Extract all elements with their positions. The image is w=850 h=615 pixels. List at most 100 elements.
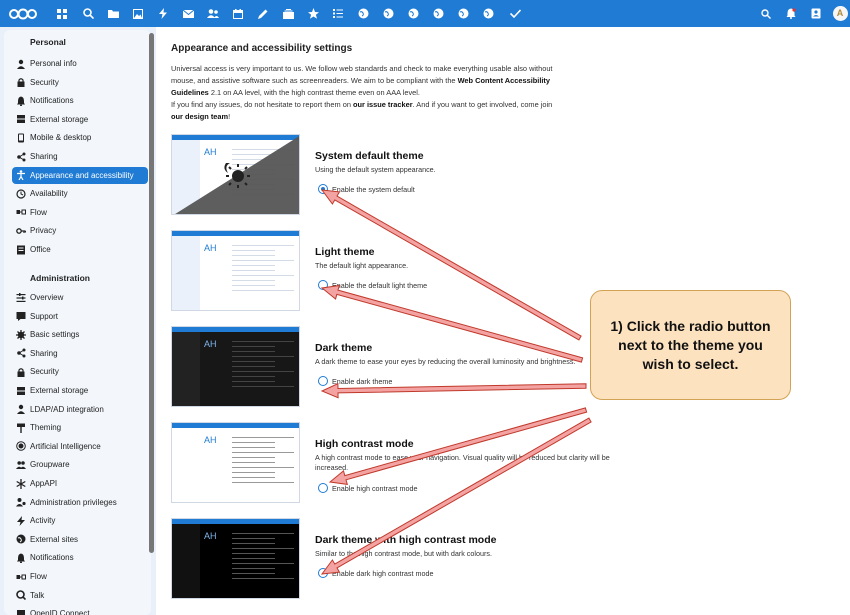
admin-icon bbox=[12, 494, 30, 511]
sidebar-item-label: Artificial Intelligence bbox=[30, 441, 101, 451]
radio-button[interactable] bbox=[318, 184, 328, 194]
sidebar-scrollbar[interactable] bbox=[149, 33, 154, 553]
sidebar-item-label: Sharing bbox=[30, 348, 58, 358]
sidebar-item-label: Availability bbox=[30, 189, 68, 199]
sidebar-item-personal-availability[interactable]: Availability bbox=[12, 185, 148, 202]
radio-label: Enable high contrast mode bbox=[332, 483, 418, 493]
sidebar-item-admin-groupware[interactable]: Groupware bbox=[12, 456, 148, 473]
theme-title: Dark theme with high contrast mode bbox=[315, 534, 497, 546]
sidebar-item-personal-mobile-desktop[interactable]: Mobile & desktop bbox=[12, 129, 148, 146]
flow-icon bbox=[12, 568, 30, 585]
sidebar-item-admin-ldap-ad-integration[interactable]: LDAP/AD integration bbox=[12, 401, 148, 418]
sidebar-item-admin-activity[interactable]: Activity bbox=[12, 512, 148, 529]
tasks-icon[interactable] bbox=[328, 0, 348, 27]
dashboard-icon[interactable] bbox=[52, 0, 72, 27]
theme-title: System default theme bbox=[315, 150, 424, 162]
sidebar-item-label: Sharing bbox=[30, 152, 58, 161]
search-icon[interactable] bbox=[78, 0, 98, 27]
radio-button[interactable] bbox=[318, 376, 328, 386]
sidebar-item-label: Overview bbox=[30, 293, 64, 302]
thumb-avatar: AH bbox=[204, 435, 217, 445]
activity-icon[interactable] bbox=[153, 0, 173, 27]
radio-button[interactable] bbox=[318, 568, 328, 578]
sidebar-item-personal-security[interactable]: Security bbox=[12, 74, 148, 91]
files-icon[interactable] bbox=[103, 0, 123, 27]
sidebar-item-admin-sharing[interactable]: Sharing bbox=[12, 345, 148, 362]
key-icon bbox=[12, 222, 30, 239]
contacts-icon[interactable] bbox=[203, 0, 223, 27]
external-site-icon[interactable] bbox=[403, 0, 423, 27]
issue-tracker-link[interactable]: our issue tracker bbox=[353, 100, 413, 109]
sidebar-item-admin-support[interactable]: Support bbox=[12, 308, 148, 325]
sidebar-item-admin-administration-privileges[interactable]: Administration privileges bbox=[12, 494, 148, 511]
sidebar-item-admin-basic-settings[interactable]: Basic settings bbox=[12, 326, 148, 343]
sidebar-item-personal-notifications[interactable]: Notifications bbox=[12, 92, 148, 109]
office-icon bbox=[12, 241, 30, 258]
sidebar-item-admin-appapi[interactable]: AppAPI bbox=[12, 475, 148, 492]
external-site-icon[interactable] bbox=[453, 0, 473, 27]
person-icon bbox=[12, 55, 30, 72]
overview-icon bbox=[12, 289, 30, 306]
bell-icon bbox=[12, 92, 30, 109]
photos-icon[interactable] bbox=[128, 0, 148, 27]
favorites-icon[interactable] bbox=[303, 0, 323, 27]
theme-title: High contrast mode bbox=[315, 438, 414, 450]
notes-icon[interactable] bbox=[253, 0, 273, 27]
avatar-initial: A bbox=[832, 6, 848, 21]
sidebar-item-label: Personal info bbox=[30, 59, 77, 68]
theme-radio-option[interactable]: Enable high contrast mode bbox=[318, 483, 418, 493]
sidebar-item-admin-external-storage[interactable]: External storage bbox=[12, 382, 148, 399]
external-site-icon bbox=[12, 531, 30, 548]
sidebar-item-personal-appearance-and-accessibility[interactable]: Appearance and accessibility bbox=[12, 166, 148, 184]
talk-icon bbox=[12, 587, 30, 604]
sidebar-item-label: Administration privileges bbox=[30, 497, 117, 507]
sidebar-item-admin-talk[interactable]: Talk bbox=[12, 587, 148, 604]
nextcloud-logo-icon[interactable] bbox=[6, 0, 40, 27]
sidebar-item-personal-personal-info[interactable]: Personal info bbox=[12, 55, 148, 72]
theme-radio-option[interactable]: Enable dark theme bbox=[318, 376, 392, 386]
sidebar-item-personal-office[interactable]: Office bbox=[12, 241, 148, 258]
sidebar-item-admin-security[interactable]: Security bbox=[12, 363, 148, 380]
radio-button[interactable] bbox=[318, 483, 328, 493]
design-team-link[interactable]: our design team bbox=[171, 112, 228, 121]
sidebar-item-label: Appearance and accessibility bbox=[30, 170, 134, 180]
thumb-avatar: AH bbox=[204, 531, 217, 541]
flow-icon bbox=[12, 204, 30, 221]
mail-icon[interactable] bbox=[178, 0, 198, 27]
personal-heading: Personal bbox=[30, 37, 66, 47]
sidebar-item-label: Security bbox=[30, 77, 59, 87]
external-site-icon[interactable] bbox=[378, 0, 398, 27]
contacts-menu-icon[interactable] bbox=[806, 0, 826, 27]
sidebar-item-admin-notifications[interactable]: Notifications bbox=[12, 549, 148, 566]
radio-button[interactable] bbox=[318, 280, 328, 290]
sidebar-item-admin-openid-connect[interactable]: OpenID Connect bbox=[12, 605, 148, 615]
sidebar-item-label: Mobile & desktop bbox=[30, 133, 92, 143]
sidebar-item-admin-flow[interactable]: Flow bbox=[12, 568, 148, 585]
sidebar-item-admin-theming[interactable]: Theming bbox=[12, 419, 148, 436]
accessibility-icon bbox=[12, 167, 30, 184]
sidebar-item-personal-sharing[interactable]: Sharing bbox=[12, 148, 148, 165]
sidebar-item-admin-external-sites[interactable]: External sites bbox=[12, 531, 148, 548]
deck-icon[interactable] bbox=[278, 0, 298, 27]
administration-heading: Administration bbox=[30, 273, 90, 283]
sidebar-item-personal-flow[interactable]: Flow bbox=[12, 204, 148, 221]
sidebar-panel: Personal Personal info Security Notificati… bbox=[4, 30, 151, 615]
sidebar-item-admin-overview[interactable]: Overview bbox=[12, 289, 148, 306]
intro-p1b: 2.1 on AA level, with the high contrast … bbox=[208, 88, 420, 97]
sidebar-item-personal-privacy[interactable]: Privacy bbox=[12, 222, 148, 239]
external-site-icon[interactable] bbox=[353, 0, 373, 27]
theme-radio-option[interactable]: Enable dark high contrast mode bbox=[318, 568, 434, 578]
user-avatar[interactable]: A bbox=[832, 0, 848, 27]
theme-description: Similar to the high contrast mode, but w… bbox=[315, 549, 492, 558]
bell-icon bbox=[12, 549, 30, 566]
external-site-icon[interactable] bbox=[478, 0, 498, 27]
external-site-icon[interactable] bbox=[428, 0, 448, 27]
sidebar-item-admin-artificial-intelligence[interactable]: Artificial Intelligence bbox=[12, 438, 148, 455]
theme-radio-option[interactable]: Enable the default light theme bbox=[318, 280, 427, 290]
notifications-icon[interactable] bbox=[781, 0, 801, 27]
calendar-icon[interactable] bbox=[228, 0, 248, 27]
sidebar-item-personal-external-storage[interactable]: External storage bbox=[12, 111, 148, 128]
unified-search-icon[interactable] bbox=[756, 0, 776, 27]
checkmark-icon[interactable] bbox=[505, 0, 525, 27]
theme-radio-option[interactable]: Enable the system default bbox=[318, 184, 415, 194]
